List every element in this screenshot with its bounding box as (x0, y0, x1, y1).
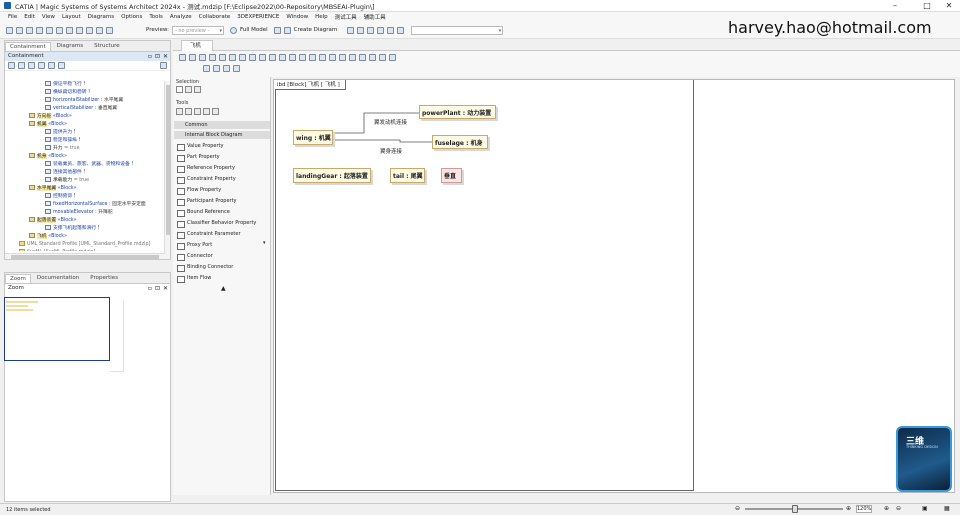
part-landinggear[interactable]: landingGear : 起落装置 (293, 168, 371, 183)
part-rudder[interactable]: 垂直 (441, 168, 462, 183)
logo-subtitle: THINKING DESIGN (906, 445, 938, 449)
zoom-value[interactable]: 120% (856, 505, 872, 513)
connector-label-body[interactable]: 翼身连接 (380, 147, 402, 155)
floating-logo[interactable]: 三维 THINKING DESIGN (898, 428, 950, 490)
connector-label-engine[interactable]: 翼发动机连接 (374, 118, 407, 126)
connector-wing-fuselage (333, 139, 432, 143)
part-fuselage[interactable]: fuselage : 机身 (432, 135, 488, 149)
zoom-out-status-icon[interactable]: ⊖ (735, 505, 740, 512)
status-selection: 12 items selected (6, 507, 51, 513)
zoom-fit-icon[interactable]: ⊕ (884, 505, 889, 512)
part-powerplant[interactable]: powerPlant : 动力装置 (419, 105, 496, 119)
zoom-reset-icon[interactable]: ⊖ (896, 505, 901, 512)
connector-lines (333, 112, 432, 143)
part-tail[interactable]: tail : 尾翼 (390, 168, 425, 183)
zoom-slider-thumb[interactable] (792, 505, 798, 513)
panel-toggle-icon[interactable]: ▣ (922, 505, 928, 512)
part-wing[interactable]: wing : 机翼 (293, 130, 333, 145)
zoom-in-status-icon[interactable]: ⊕ (846, 505, 851, 512)
notification-icon[interactable]: ▦ (944, 505, 950, 512)
